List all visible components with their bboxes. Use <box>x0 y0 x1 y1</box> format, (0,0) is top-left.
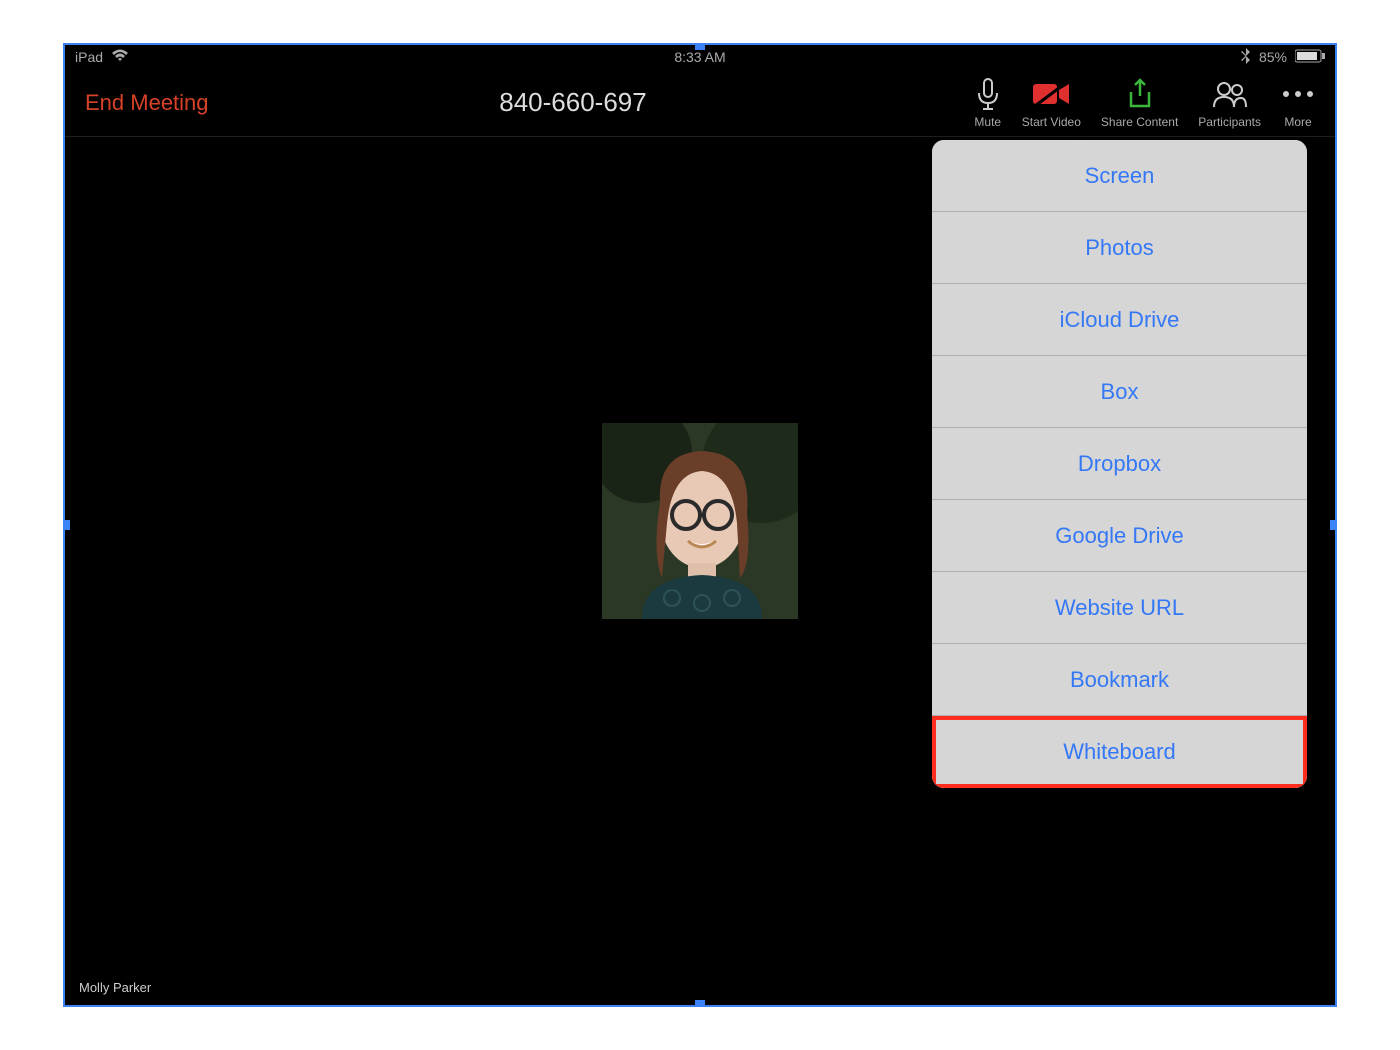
start-video-button[interactable]: Start Video <box>1022 77 1081 129</box>
popover-arrow <box>1065 140 1089 142</box>
share-icon <box>1125 77 1155 111</box>
zoom-ipad-screenshot: iPad 8:33 AM 85% End Meeting 840-660-697 <box>65 45 1335 1005</box>
participants-button[interactable]: Participants <box>1198 77 1261 129</box>
menu-label: Screen <box>1085 163 1155 189</box>
menu-label: Photos <box>1085 235 1154 261</box>
participant-avatar <box>602 423 798 619</box>
share-option-photos[interactable]: Photos <box>932 212 1307 284</box>
toolbar-label: Share Content <box>1101 115 1178 129</box>
share-option-bookmark[interactable]: Bookmark <box>932 644 1307 716</box>
share-option-website-url[interactable]: Website URL <box>932 572 1307 644</box>
share-content-popover: Screen Photos iCloud Drive Box Dropbox G… <box>932 140 1307 788</box>
menu-label: Website URL <box>1055 595 1184 621</box>
selection-handle <box>65 520 70 530</box>
share-option-google-drive[interactable]: Google Drive <box>932 500 1307 572</box>
selection-handle <box>695 1000 705 1005</box>
participant-name-label: Molly Parker <box>79 980 151 995</box>
participants-icon <box>1212 77 1248 111</box>
bluetooth-icon <box>1241 48 1251 67</box>
more-icon <box>1281 77 1315 111</box>
toolbar-label: Mute <box>974 115 1001 129</box>
menu-label: Google Drive <box>1055 523 1183 549</box>
battery-percent: 85% <box>1259 49 1287 65</box>
menu-label: iCloud Drive <box>1060 307 1180 333</box>
menu-label: Whiteboard <box>1063 739 1176 765</box>
mute-button[interactable]: Mute <box>974 77 1002 129</box>
microphone-icon <box>974 77 1002 111</box>
device-label: iPad <box>75 49 103 65</box>
share-option-whiteboard[interactable]: Whiteboard <box>932 716 1307 788</box>
share-option-box[interactable]: Box <box>932 356 1307 428</box>
menu-label: Bookmark <box>1070 667 1169 693</box>
menu-label: Box <box>1101 379 1139 405</box>
share-content-button[interactable]: Share Content <box>1101 77 1178 129</box>
toolbar-label: Participants <box>1198 115 1261 129</box>
menu-label: Dropbox <box>1078 451 1161 477</box>
end-meeting-button[interactable]: End Meeting <box>85 90 209 116</box>
wifi-icon <box>111 49 129 66</box>
meeting-toolbar: End Meeting 840-660-697 Mute Start Video… <box>65 69 1335 137</box>
video-off-icon <box>1031 77 1071 111</box>
battery-icon <box>1295 49 1325 66</box>
selection-handle <box>695 45 705 50</box>
clock-time: 8:33 AM <box>674 49 725 65</box>
meeting-id-label: 840-660-697 <box>499 87 646 118</box>
share-option-dropbox[interactable]: Dropbox <box>932 428 1307 500</box>
share-option-icloud-drive[interactable]: iCloud Drive <box>932 284 1307 356</box>
toolbar-label: Start Video <box>1022 115 1081 129</box>
share-option-screen[interactable]: Screen <box>932 140 1307 212</box>
toolbar-label: More <box>1284 115 1311 129</box>
selection-handle <box>1330 520 1335 530</box>
more-button[interactable]: More <box>1281 77 1315 129</box>
